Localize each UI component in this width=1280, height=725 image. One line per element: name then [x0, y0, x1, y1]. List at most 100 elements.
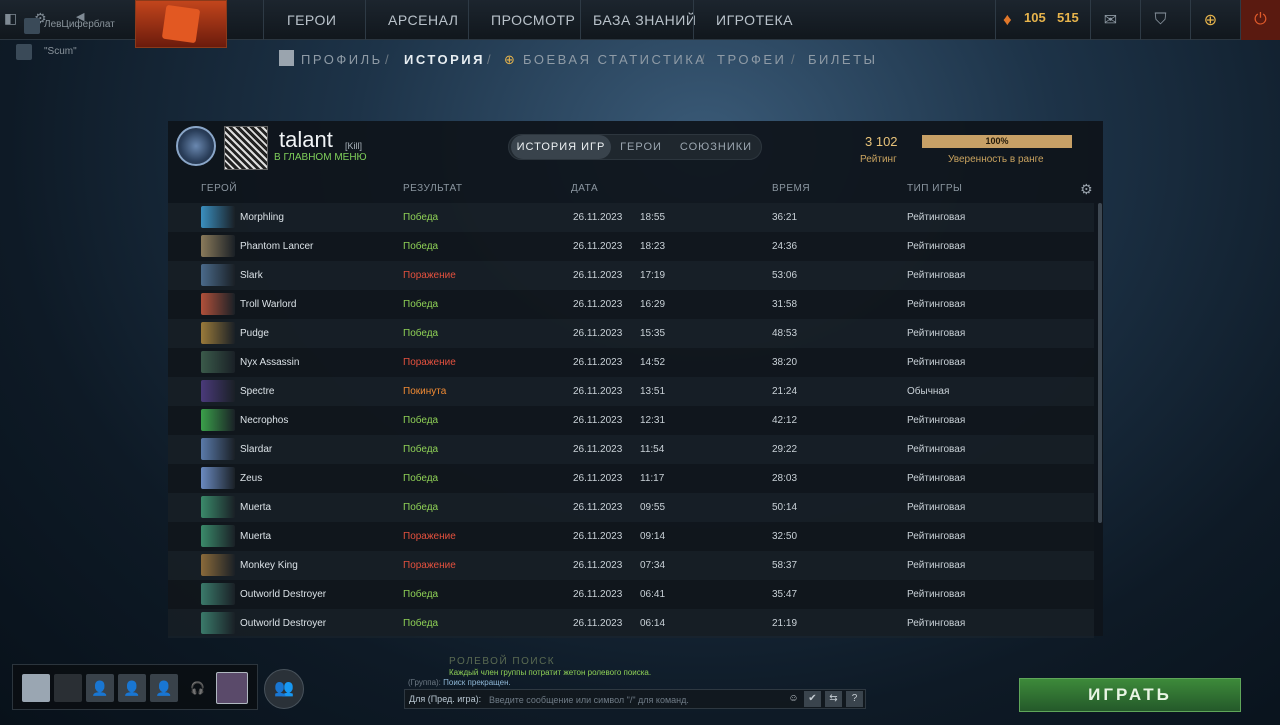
match-type: Рейтинговая — [907, 328, 966, 339]
column-hero[interactable]: ГЕРОЙ — [201, 183, 237, 194]
chat-channel[interactable]: Для (Пред. игра): — [409, 694, 481, 704]
table-row[interactable]: Slark Поражение 26.11.2023 17:19 53:06 Рейтин… — [168, 261, 1094, 290]
nav-arcade[interactable]: ИГРОТЕКА — [716, 12, 793, 28]
friend-name[interactable]: ЛевЦиферблат — [44, 19, 115, 30]
table-row[interactable]: Pudge Победа 26.11.2023 15:35 48:53 Рейтингов… — [168, 319, 1094, 348]
coach-slot[interactable] — [216, 672, 248, 704]
party-slot-empty[interactable]: 👤 — [86, 674, 114, 702]
chat-message-prefix: (Группа): — [408, 678, 441, 687]
dota-logo-button[interactable] — [135, 0, 227, 48]
match-type: Рейтинговая — [907, 241, 966, 252]
hero-name: Zeus — [240, 473, 263, 484]
match-date: 26.11.2023 — [573, 212, 623, 223]
nav-divider — [468, 0, 469, 40]
subnav-trophies[interactable]: ТРОФЕИ — [717, 52, 786, 67]
match-result: Покинута — [403, 386, 447, 397]
party-finder-button[interactable]: 👥 — [264, 669, 304, 709]
player-name: talant — [279, 127, 333, 152]
match-result: Победа — [403, 241, 439, 252]
match-date: 26.11.2023 — [573, 502, 623, 513]
tab-allies[interactable]: СОЮЗНИКИ — [671, 135, 761, 159]
match-duration: 42:12 — [772, 415, 798, 426]
nav-armory[interactable]: АРСЕНАЛ — [388, 12, 458, 28]
column-date[interactable]: ДАТА — [571, 183, 598, 194]
match-date: 26.11.2023 — [573, 415, 623, 426]
match-type: Рейтинговая — [907, 502, 966, 513]
table-row[interactable]: Necrophos Победа 26.11.2023 12:31 42:12 Рейти… — [168, 406, 1094, 435]
gear-icon[interactable]: ⚙ — [1080, 181, 1093, 198]
table-row[interactable]: Outworld Destroyer Победа 26.11.2023 06:14 2… — [168, 609, 1094, 638]
dota-menu-icon[interactable]: ◧ — [4, 10, 17, 27]
mail-icon[interactable]: ✉ — [1090, 0, 1130, 40]
party-slot-member[interactable] — [54, 674, 82, 702]
chat-bar: Для (Пред. игра): ☺ ✔ ⇆ ? — [404, 689, 866, 709]
match-type: Рейтинговая — [907, 618, 966, 629]
table-row[interactable]: Spectre Покинута 26.11.2023 13:51 21:24 Обычн… — [168, 377, 1094, 406]
table-row[interactable]: Zeus Победа 26.11.2023 11:17 28:03 Рейтингова… — [168, 464, 1094, 493]
hero-name: Nyx Assassin — [240, 357, 300, 368]
headset-icon[interactable]: 🎧 — [190, 681, 205, 695]
profile-avatar-icon — [279, 50, 294, 66]
hero-portrait — [201, 206, 235, 228]
table-row[interactable]: Phantom Lancer Победа 26.11.2023 18:23 24:36… — [168, 232, 1094, 261]
column-game-type[interactable]: ТИП ИГРЫ — [907, 183, 962, 194]
table-row[interactable]: Morphling Победа 26.11.2023 18:55 36:21 Рейти… — [168, 203, 1094, 232]
power-icon[interactable]: ⏻ — [1240, 0, 1280, 40]
help-icon[interactable]: ? — [846, 691, 863, 707]
hero-portrait — [201, 554, 235, 576]
hero-portrait — [201, 351, 235, 373]
table-row[interactable]: Troll Warlord Победа 26.11.2023 16:29 31:58 Р… — [168, 290, 1094, 319]
nav-heroes[interactable]: ГЕРОИ — [287, 12, 336, 28]
table-row[interactable]: Muerta Поражение 26.11.2023 09:14 32:50 Рейти… — [168, 522, 1094, 551]
player-avatar[interactable] — [224, 126, 268, 170]
chat-title: РОЛЕВОЙ ПОИСК — [449, 656, 556, 667]
emoji-icon[interactable]: ☺ — [785, 691, 802, 707]
table-row[interactable]: Monkey King Поражение 26.11.2023 07:34 58:37… — [168, 551, 1094, 580]
match-time: 18:23 — [640, 241, 666, 252]
rating-value: 3 102 — [865, 134, 898, 149]
party-slot-empty[interactable]: 👤 — [150, 674, 178, 702]
top-bar: ◧ ⚙ ◀ ЛевЦиферблат ГЕРОИ АРСЕНАЛ ПРОСМОТ… — [0, 0, 1280, 48]
table-row[interactable]: Nyx Assassin Поражение 26.11.2023 14:52 38:2… — [168, 348, 1094, 377]
chat-input[interactable] — [489, 693, 779, 706]
match-duration: 50:14 — [772, 502, 798, 513]
scrollbar[interactable] — [1098, 203, 1102, 523]
table-row[interactable]: Muerta Победа 26.11.2023 09:55 50:14 Рейтинго… — [168, 493, 1094, 522]
column-duration[interactable]: ВРЕМЯ — [772, 183, 810, 194]
hero-portrait — [201, 264, 235, 286]
nav-watch[interactable]: ПРОСМОТР — [491, 12, 575, 28]
chat-wheel-icon[interactable]: ⇆ — [825, 691, 842, 707]
subnav-history[interactable]: ИСТОРИЯ — [404, 52, 485, 67]
match-duration: 48:53 — [772, 328, 798, 339]
column-result[interactable]: РЕЗУЛЬТАТ — [403, 183, 462, 194]
subnav-separator: / — [701, 52, 708, 67]
party-slot-player[interactable] — [22, 674, 50, 702]
tab-heroes[interactable]: ГЕРОИ — [611, 135, 671, 159]
match-type: Рейтинговая — [907, 212, 966, 223]
match-duration: 28:03 — [772, 473, 798, 484]
tab-match-history[interactable]: ИСТОРИЯ ИГР — [511, 135, 611, 159]
hero-portrait — [201, 293, 235, 315]
match-date: 26.11.2023 — [573, 386, 623, 397]
match-duration: 36:21 — [772, 212, 798, 223]
table-row[interactable]: Slardar Победа 26.11.2023 11:54 29:22 Рейтинг… — [168, 435, 1094, 464]
nav-divider — [580, 0, 581, 40]
friend-avatar[interactable] — [24, 18, 40, 34]
subnav-tickets[interactable]: БИЛЕТЫ — [808, 52, 878, 67]
coins-count: 515 — [1057, 10, 1079, 25]
check-icon[interactable]: ✔ — [804, 691, 821, 707]
match-result: Победа — [403, 473, 439, 484]
party-slot-empty[interactable]: 👤 — [118, 674, 146, 702]
armory-icon[interactable]: ⛉ — [1140, 0, 1180, 40]
plus-icon[interactable]: ⊕ — [1190, 0, 1230, 40]
rank-medal-icon[interactable] — [176, 126, 216, 166]
match-date: 26.11.2023 — [573, 618, 623, 629]
match-time: 14:52 — [640, 357, 666, 368]
subnav-profile[interactable]: ПРОФИЛЬ — [301, 52, 383, 67]
table-row[interactable]: Outworld Destroyer Победа 26.11.2023 06:41 3… — [168, 580, 1094, 609]
hero-name: Slark — [240, 270, 263, 281]
match-date: 26.11.2023 — [573, 328, 623, 339]
subnav-battle-stats[interactable]: БОЕВАЯ СТАТИСТИКА — [523, 52, 706, 67]
nav-knowledge-base[interactable]: БАЗА ЗНАНИЙ — [593, 12, 696, 28]
play-button[interactable]: ИГРАТЬ — [1019, 678, 1241, 712]
